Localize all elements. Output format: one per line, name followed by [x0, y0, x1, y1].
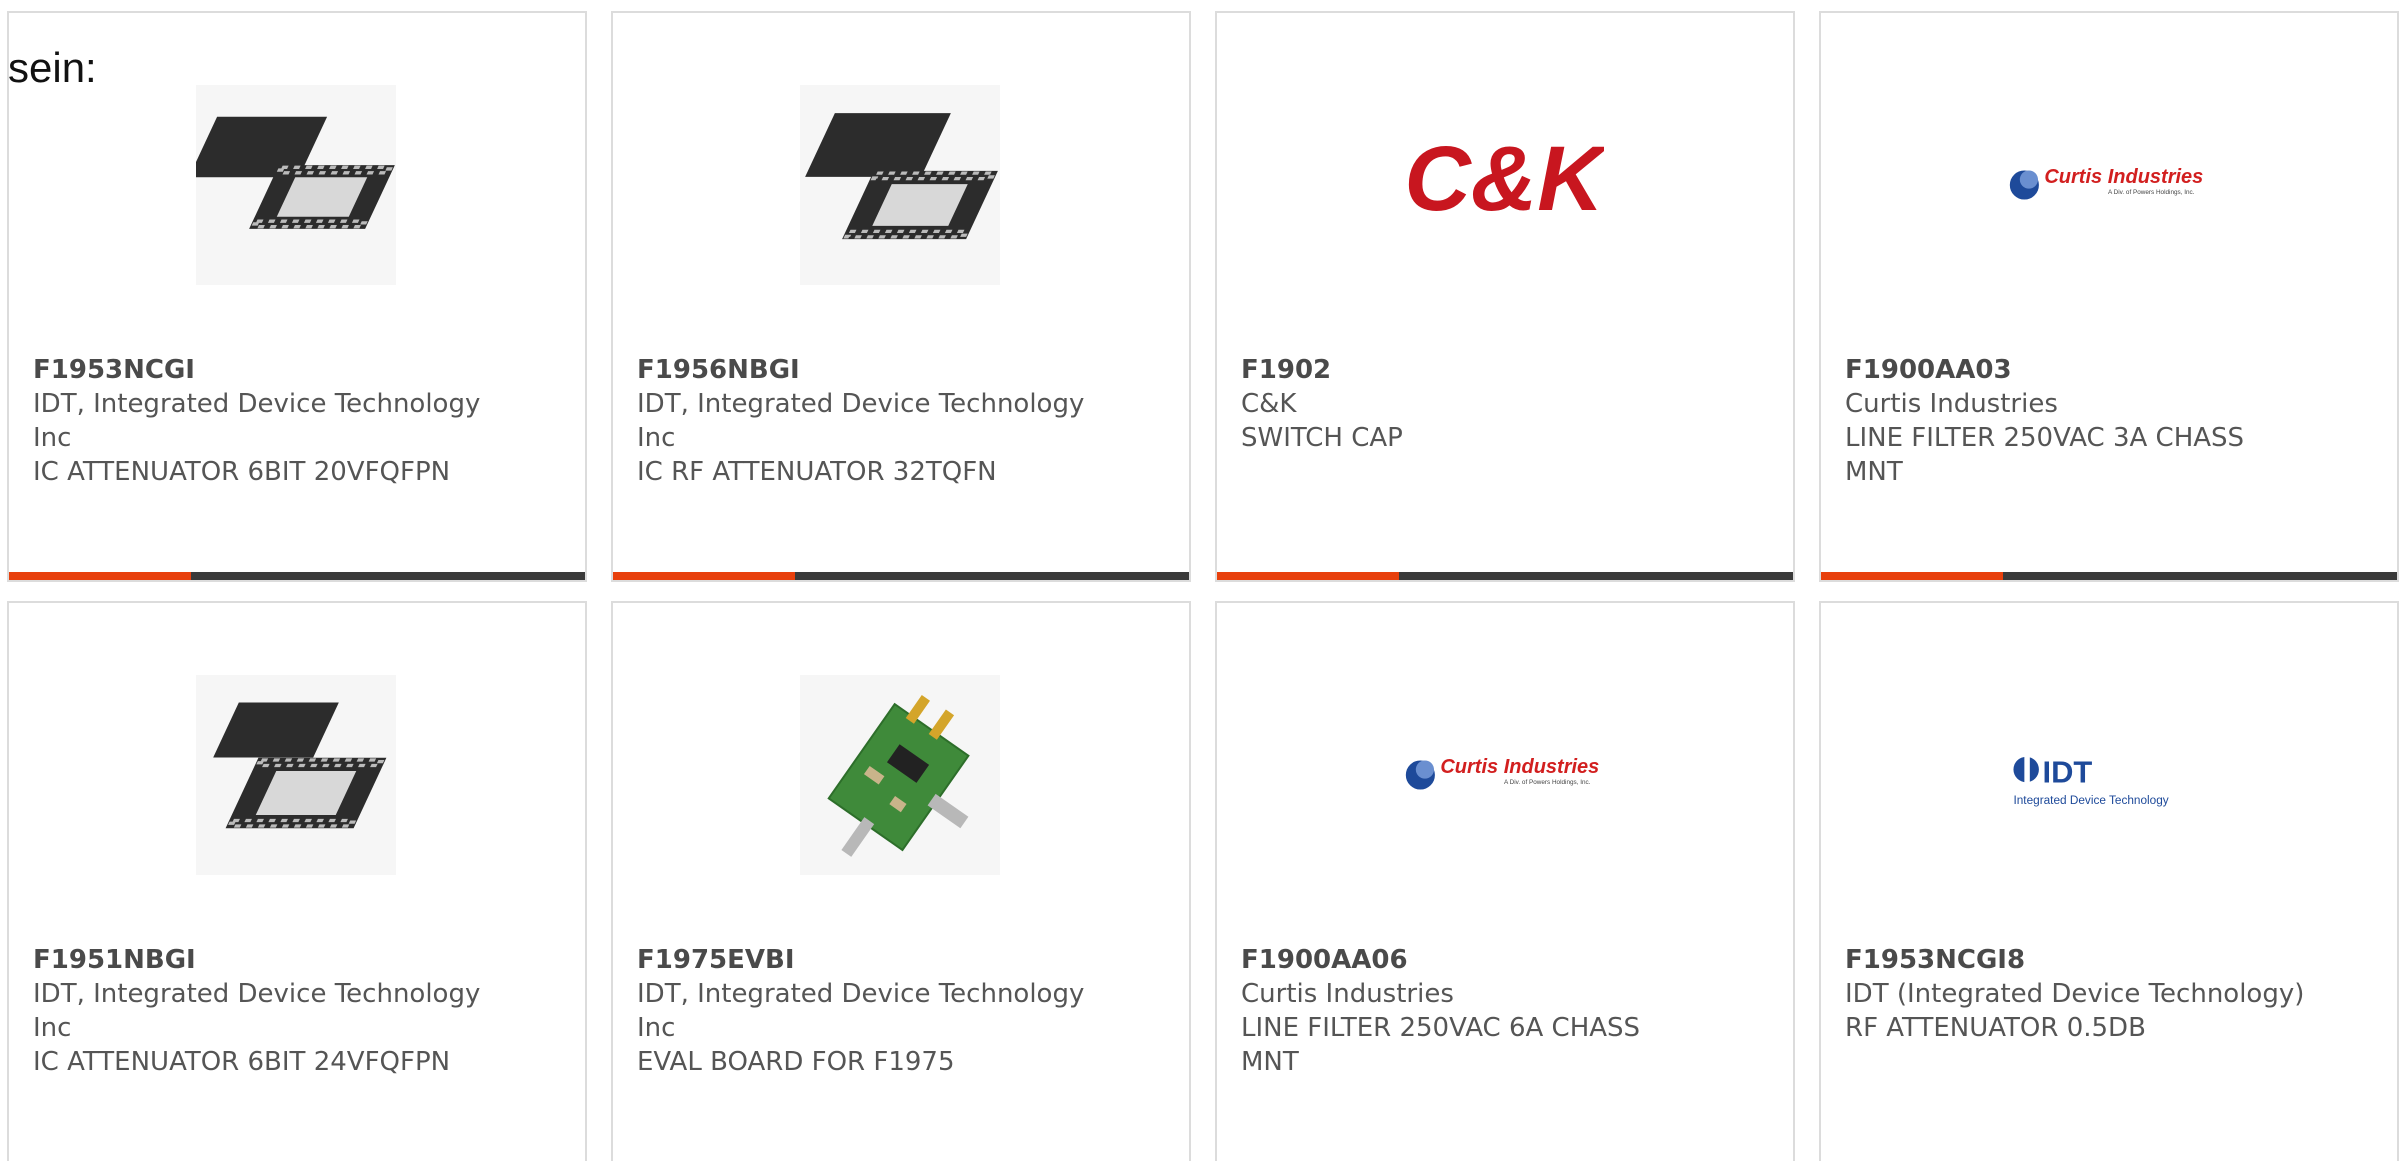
card-bar	[1217, 572, 1793, 580]
part-number[interactable]: F1900AA03	[1845, 353, 2305, 387]
product-card[interactable]: F1951NBGI IDT, Integrated Device Technol…	[7, 601, 587, 1161]
ck-logo: C&K	[1404, 85, 1604, 285]
page-heading: sein:	[8, 44, 97, 91]
card-bar-accent	[1821, 572, 2003, 580]
product-card[interactable]: IDT Integrated Device Technology F1953NC…	[1819, 601, 2399, 1161]
part-number[interactable]: F1951NBGI	[33, 943, 493, 977]
card-bar	[9, 572, 585, 580]
part-number[interactable]: F1956NBGI	[637, 353, 1097, 387]
card-bar	[1821, 572, 2397, 580]
curtis-logo: Curtis Industries A Div. of Powers Holdi…	[1404, 675, 1604, 875]
manufacturer: IDT, Integrated Device Technology Inc	[637, 979, 1085, 1043]
description: IC ATTENUATOR 6BIT 24VFQFPN	[33, 1047, 451, 1077]
product-card[interactable]: F1956NBGI IDT, Integrated Device Technol…	[611, 11, 1191, 582]
curtis-logo-text: Curtis Industries	[2044, 166, 2203, 188]
manufacturer: IDT, Integrated Device Technology Inc	[33, 389, 481, 453]
manufacturer: IDT (Integrated Device Technology)	[1845, 979, 2305, 1009]
description: EVAL BOARD FOR F1975	[637, 1047, 955, 1077]
product-card[interactable]: F1953NCGI IDT, Integrated Device Technol…	[7, 11, 587, 582]
idt-logo-text: IDT	[2043, 754, 2093, 789]
product-card[interactable]: F1975EVBI IDT, Integrated Device Technol…	[611, 601, 1191, 1161]
card-bar-accent	[613, 572, 795, 580]
description: IC RF ATTENUATOR 32TQFN	[637, 457, 997, 487]
eval-board-icon	[800, 675, 1000, 875]
part-number[interactable]: F1953NCGI	[33, 353, 493, 387]
card-bar-accent	[1217, 572, 1399, 580]
curtis-logo-subtext: A Div. of Powers Holdings, Inc.	[2108, 189, 2195, 196]
qfn-chip-icon	[196, 85, 396, 285]
product-card[interactable]: Curtis Industries A Div. of Powers Holdi…	[1819, 11, 2399, 582]
card-bar-accent	[9, 572, 191, 580]
card-bar	[613, 572, 1189, 580]
part-number[interactable]: F1975EVBI	[637, 943, 1097, 977]
manufacturer: C&K	[1241, 389, 1297, 419]
part-number[interactable]: F1900AA06	[1241, 943, 1701, 977]
description: SWITCH CAP	[1241, 423, 1403, 453]
manufacturer: IDT, Integrated Device Technology Inc	[33, 979, 481, 1043]
part-number[interactable]: F1902	[1241, 353, 1701, 387]
product-card[interactable]: Curtis Industries A Div. of Powers Holdi…	[1215, 601, 1795, 1161]
curtis-logo-subtext: A Div. of Powers Holdings, Inc.	[1504, 779, 1591, 786]
description: RF ATTENUATOR 0.5DB	[1845, 1013, 2146, 1043]
description: LINE FILTER 250VAC 6A CHASS MNT	[1241, 1013, 1641, 1077]
description: IC ATTENUATOR 6BIT 20VFQFPN	[33, 457, 451, 487]
qfn-chip-icon	[196, 675, 396, 875]
manufacturer: IDT, Integrated Device Technology Inc	[637, 389, 1085, 453]
ck-logo-text: C&K	[1404, 128, 1604, 230]
qfn-chip-icon	[800, 85, 1000, 285]
manufacturer: Curtis Industries	[1241, 979, 1454, 1009]
part-number[interactable]: F1953NCGI8	[1845, 943, 2305, 977]
product-card[interactable]: C&K F1902 C&K SWITCH CAP	[1215, 11, 1795, 582]
product-grid-page: sein: F1953NCGI IDT, Integrated Device T…	[0, 0, 2400, 1161]
curtis-logo-text: Curtis Industries	[1440, 756, 1599, 778]
curtis-logo: Curtis Industries A Div. of Powers Holdi…	[2008, 85, 2208, 285]
idt-logo: IDT Integrated Device Technology	[2008, 675, 2208, 875]
idt-logo-subtext: Integrated Device Technology	[2013, 793, 2168, 807]
manufacturer: Curtis Industries	[1845, 389, 2058, 419]
description: LINE FILTER 250VAC 3A CHASS MNT	[1845, 423, 2245, 487]
